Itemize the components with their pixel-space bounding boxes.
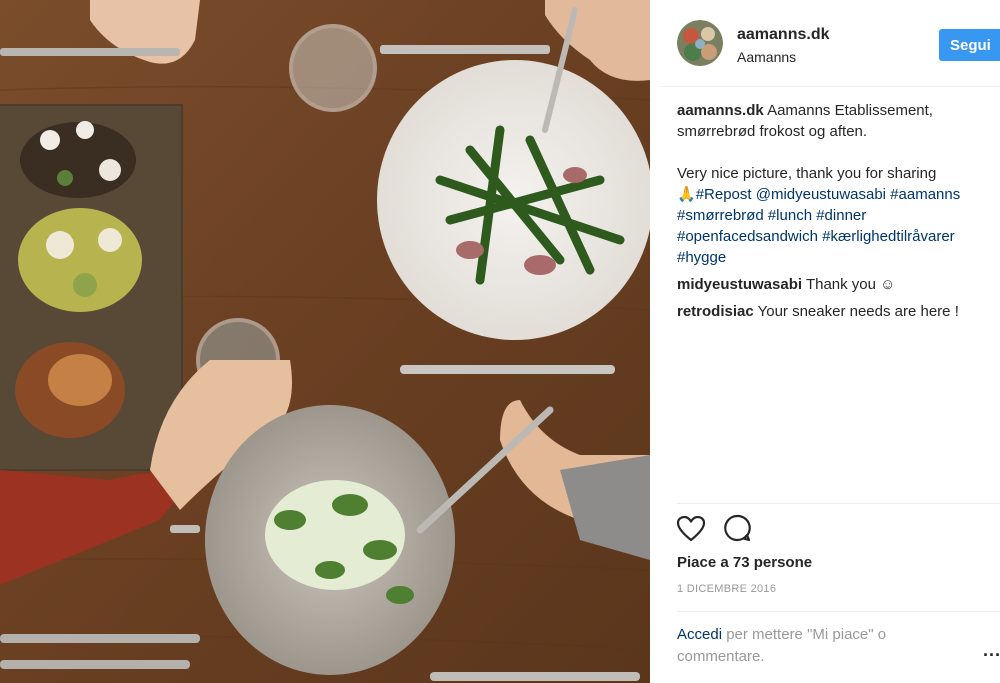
comment-icon[interactable] [723, 514, 752, 547]
caption-line-1: aamanns.dk Aamanns Etablissement, [677, 100, 999, 121]
caption-text-2: smørrebrød frokost og aften. [677, 123, 868, 140]
follow-button[interactable]: Segui [939, 29, 1000, 61]
comment-item: midyeustuwasabi Thank you ☺ [677, 274, 999, 295]
caption-tags-4[interactable]: #hygge [677, 247, 999, 268]
comments-section: aamanns.dk Aamanns Etablissement, smørre… [677, 100, 999, 322]
avatar-image [677, 20, 723, 66]
login-divider [677, 611, 1000, 612]
post-side-panel: aamanns.dk Aamanns Segui aamanns.dk Aama… [660, 0, 1000, 683]
comment-item: retrodisiac Your sneaker needs are here … [677, 301, 999, 322]
caption-line-4: 🙏#Repost @midyeustuwasabi #aamanns [677, 184, 999, 205]
comment-username[interactable]: retrodisiac [677, 303, 754, 320]
header-full-name: Aamanns [737, 49, 797, 65]
comment-username[interactable]: midyeustuwasabi [677, 276, 802, 293]
post-photo[interactable] [0, 0, 650, 683]
caption-text-3: Very nice picture, thank you for sharing [677, 165, 937, 182]
caption-text-1: Aamanns Etablissement, [767, 102, 933, 119]
comment-text: Thank you ☺ [805, 276, 896, 293]
action-bar [676, 514, 765, 547]
post-date: 1 DICEMBRE 2016 [677, 583, 777, 595]
avatar[interactable] [677, 20, 723, 66]
caption-username[interactable]: aamanns.dk [677, 102, 764, 119]
caption-tags-2[interactable]: #smørrebrød #lunch #dinner [677, 205, 999, 226]
comment-text: Your sneaker needs are here ! [757, 303, 959, 320]
likes-count[interactable]: Piace a 73 persone [677, 554, 812, 571]
heart-icon[interactable] [676, 515, 706, 547]
more-options-icon[interactable]: ... [983, 640, 1000, 661]
post-header: aamanns.dk Aamanns Segui [660, 0, 1000, 87]
post-photo-illustration [0, 0, 650, 683]
login-prompt: Accedi per mettere "Mi piace" o commenta… [677, 624, 947, 668]
login-link[interactable]: Accedi [677, 626, 722, 643]
pray-emoji-icon: 🙏 [677, 186, 696, 203]
actions-divider [677, 503, 1000, 504]
caption-tags-3[interactable]: #openfacedsandwich #kærlighedtilråvarer [677, 226, 999, 247]
caption-tags-1[interactable]: #Repost @midyeustuwasabi #aamanns [696, 186, 961, 203]
header-username[interactable]: aamanns.dk [737, 26, 829, 44]
